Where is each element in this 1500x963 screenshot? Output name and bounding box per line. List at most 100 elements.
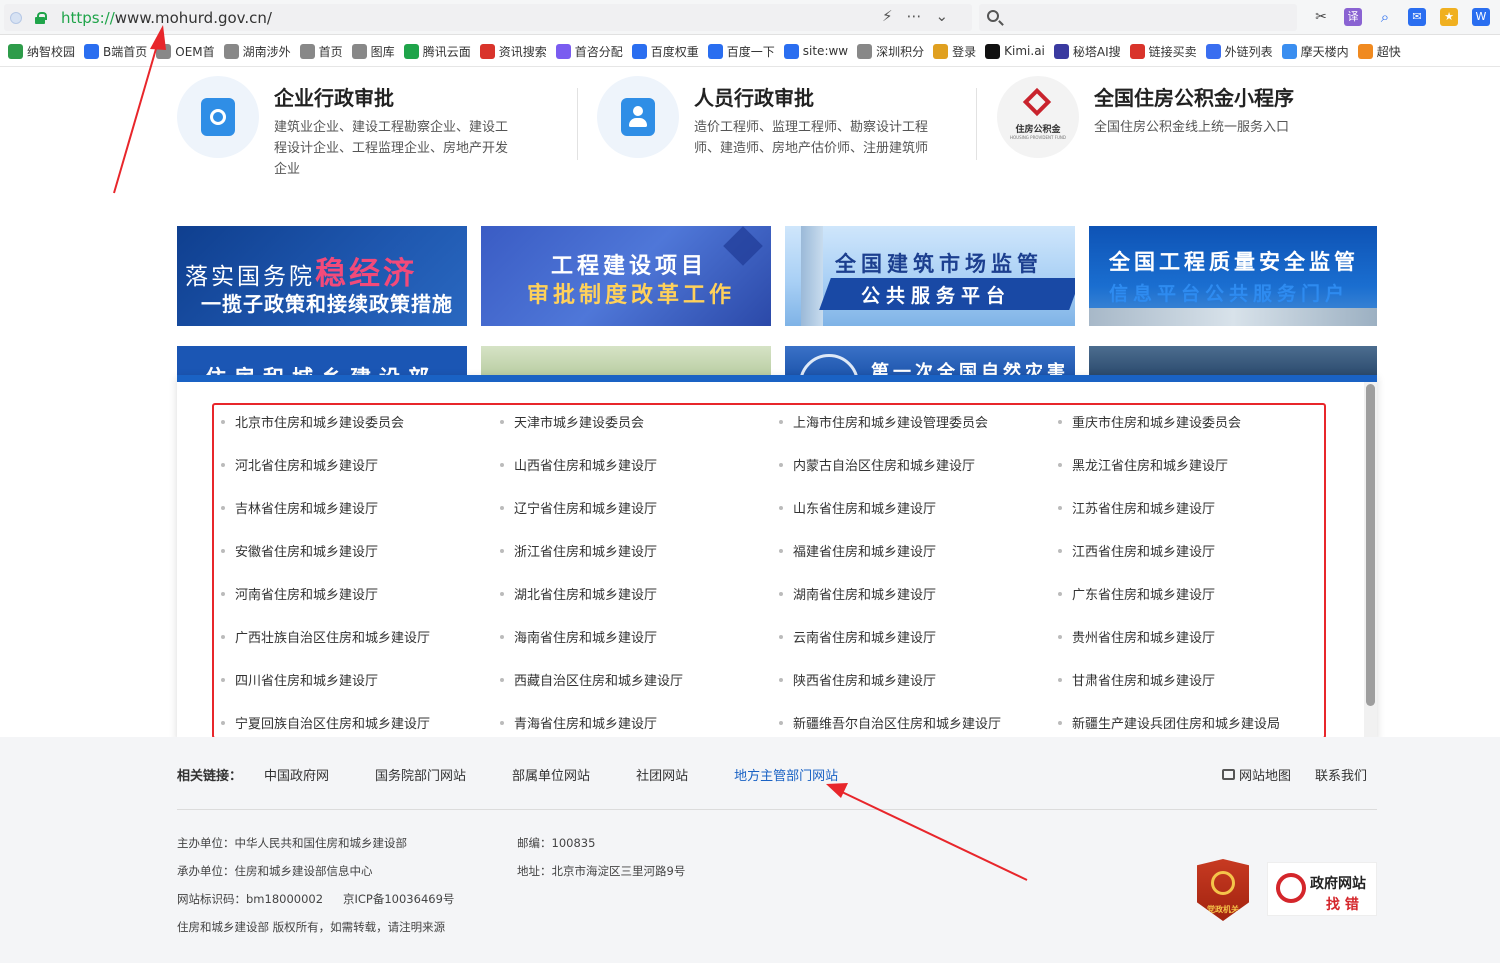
banner-building-market[interactable]: 全国建筑市场监管 公共服务平台	[785, 226, 1075, 326]
local-dept-link[interactable]: 江苏省住房和城乡建设厅	[1050, 498, 1333, 541]
local-dept-link[interactable]: 天津市城乡建设委员会	[492, 412, 771, 455]
banner-disaster-survey[interactable]: 第一次全国自然灾害	[785, 346, 1075, 376]
local-dept-link[interactable]: 山东省住房和城乡建设厅	[771, 498, 1050, 541]
bookmark-item[interactable]: 首咨分配	[555, 43, 623, 60]
banner-stabilize-economy[interactable]: 落实国务院稳经济 一揽子政策和接续政策措施	[177, 226, 467, 326]
logo-label: 住房公积金	[1015, 125, 1061, 135]
banner-mohurd[interactable]: 住房和城乡建设部	[177, 346, 467, 376]
local-dept-label: 重庆市住房和城乡建设委员会	[1072, 416, 1242, 431]
local-dept-link[interactable]: 河南省住房和城乡建设厅	[213, 584, 492, 627]
local-dept-link[interactable]: 贵州省住房和城乡建设厅	[1050, 627, 1333, 670]
bookmark-item[interactable]: 图库	[351, 43, 395, 60]
local-dept-link[interactable]: 陕西省住房和城乡建设厅	[771, 670, 1050, 713]
bookmark-item[interactable]: 资讯搜索	[479, 43, 547, 60]
link-local-depts[interactable]: 地方主管部门网站	[734, 765, 838, 784]
lightning-icon[interactable]: ⚡	[882, 7, 893, 25]
service-title[interactable]: 全国住房公积金小程序	[1094, 82, 1294, 111]
banner-approval-reform[interactable]: 工程建设项目 审批制度改革工作	[481, 226, 771, 326]
local-dept-link[interactable]: 福建省住房和城乡建设厅	[771, 541, 1050, 584]
mail-icon[interactable]: ✉	[1408, 8, 1426, 26]
bookmark-item[interactable]: site:ww	[783, 43, 848, 59]
local-dept-link[interactable]: 湖南省住房和城乡建设厅	[771, 584, 1050, 627]
link-gov-cn[interactable]: 中国政府网	[264, 765, 329, 784]
bookmark-item[interactable]: B端首页	[84, 43, 147, 60]
translate-icon[interactable]: 译	[1344, 8, 1362, 26]
local-dept-link[interactable]: 山西省住房和城乡建设厅	[492, 455, 771, 498]
local-dept-link[interactable]: 甘肃省住房和城乡建设厅	[1050, 670, 1333, 713]
bullet-icon	[221, 592, 225, 596]
link-associations[interactable]: 社团网站	[636, 765, 688, 784]
gov-site-error-report[interactable]: 政府网站 找 错	[1267, 862, 1377, 916]
contact-link[interactable]: 联系我们	[1315, 765, 1367, 784]
bookmark-item[interactable]: 百度一下	[707, 43, 775, 60]
bookmark-item[interactable]: 深圳积分	[857, 43, 924, 60]
local-dept-link[interactable]: 河北省住房和城乡建设厅	[213, 455, 492, 498]
bookmark-item[interactable]: 湖南涉外	[223, 43, 291, 60]
bullet-icon	[779, 549, 783, 553]
bullet-icon	[221, 678, 225, 682]
footer-divider	[177, 809, 1377, 810]
sitemap-link[interactable]: 网站地图	[1222, 765, 1291, 784]
site-info-icon[interactable]	[10, 12, 22, 24]
bookmark-item[interactable]: 链接买卖	[1129, 43, 1197, 60]
divider	[976, 88, 977, 160]
url-text[interactable]: https://www.mohurd.gov.cn/	[61, 9, 272, 27]
bookmark-item[interactable]: 百度权重	[631, 43, 699, 60]
bookmark-favicon-icon	[985, 43, 1001, 59]
word-icon[interactable]: W	[1472, 8, 1490, 26]
icp-link[interactable]: 京ICP备10036469号	[343, 891, 454, 907]
service-title[interactable]: 人员行政审批	[694, 82, 814, 111]
bookmark-item[interactable]: OEM首	[156, 43, 215, 60]
local-dept-label: 江西省住房和城乡建设厅	[1072, 545, 1216, 560]
bookmark-item[interactable]: 首页	[299, 43, 343, 60]
local-dept-label: 西藏自治区住房和城乡建设厅	[514, 674, 684, 689]
badge-subtitle: 找 错	[1326, 897, 1359, 913]
local-dept-link[interactable]: 吉林省住房和城乡建设厅	[213, 498, 492, 541]
sitemap-icon	[1222, 769, 1235, 780]
chevron-down-icon[interactable]: ⌄	[936, 7, 949, 25]
local-dept-link[interactable]: 安徽省住房和城乡建设厅	[213, 541, 492, 584]
bookmark-item[interactable]: Kimi.ai	[985, 43, 1045, 59]
bookmark-item[interactable]: 登录	[933, 43, 976, 60]
local-dept-link[interactable]: 江西省住房和城乡建设厅	[1050, 541, 1333, 584]
address-bar[interactable]: https://www.mohurd.gov.cn/ ⚡ ⋯ ⌄	[4, 4, 972, 31]
local-dept-link[interactable]: 北京市住房和城乡建设委员会	[213, 412, 492, 455]
bookmark-item[interactable]: 外链列表	[1205, 43, 1273, 60]
local-dept-link[interactable]: 海南省住房和城乡建设厅	[492, 627, 771, 670]
local-dept-link[interactable]: 湖北省住房和城乡建设厅	[492, 584, 771, 627]
banner-city[interactable]	[1089, 346, 1377, 376]
extension-icon[interactable]: ★	[1440, 8, 1458, 26]
bookmark-favicon-icon	[1129, 43, 1145, 59]
bullet-icon	[779, 678, 783, 682]
local-dept-link[interactable]: 广西壮族自治区住房和城乡建设厅	[213, 627, 492, 670]
bookmark-item[interactable]: 纳智校园	[8, 43, 75, 60]
banner-landscape[interactable]	[481, 346, 771, 376]
search-icon	[987, 10, 999, 22]
banner-quality-safety[interactable]: 全国工程质量安全监管 信息平台公共服务门户	[1089, 226, 1377, 326]
local-dept-link[interactable]: 四川省住房和城乡建设厅	[213, 670, 492, 713]
local-dept-link[interactable]: 广东省住房和城乡建设厅	[1050, 584, 1333, 627]
emblem-icon	[1211, 871, 1235, 895]
local-dept-link[interactable]: 内蒙古自治区住房和城乡建设厅	[771, 455, 1050, 498]
local-dept-link[interactable]: 重庆市住房和城乡建设委员会	[1050, 412, 1333, 455]
bookmark-item[interactable]: 腾讯云面	[403, 43, 471, 60]
link-state-council-depts[interactable]: 国务院部门网站	[375, 765, 466, 784]
scissors-icon[interactable]: ✂	[1312, 8, 1330, 26]
bookmark-item[interactable]: 秘塔AI搜	[1053, 43, 1121, 60]
search-input[interactable]	[979, 4, 1297, 31]
local-dept-link[interactable]: 西藏自治区住房和城乡建设厅	[492, 670, 771, 713]
bullet-icon	[221, 549, 225, 553]
local-dept-link[interactable]: 辽宁省住房和城乡建设厅	[492, 498, 771, 541]
scrollbar-thumb[interactable]	[1366, 384, 1375, 706]
bookmark-favicon-icon	[933, 43, 949, 59]
local-dept-link[interactable]: 上海市住房和城乡建设管理委员会	[771, 412, 1050, 455]
magnifier-icon[interactable]: ⌕	[1376, 8, 1394, 26]
service-title[interactable]: 企业行政审批	[274, 82, 394, 111]
local-dept-link[interactable]: 云南省住房和城乡建设厅	[771, 627, 1050, 670]
local-dept-link[interactable]: 浙江省住房和城乡建设厅	[492, 541, 771, 584]
bookmark-item[interactable]: 摩天楼内	[1281, 43, 1349, 60]
more-icon[interactable]: ⋯	[907, 7, 922, 25]
local-dept-link[interactable]: 黑龙江省住房和城乡建设厅	[1050, 455, 1333, 498]
bookmark-item[interactable]: 超快	[1357, 43, 1401, 60]
link-affiliated-units[interactable]: 部属单位网站	[512, 765, 590, 784]
